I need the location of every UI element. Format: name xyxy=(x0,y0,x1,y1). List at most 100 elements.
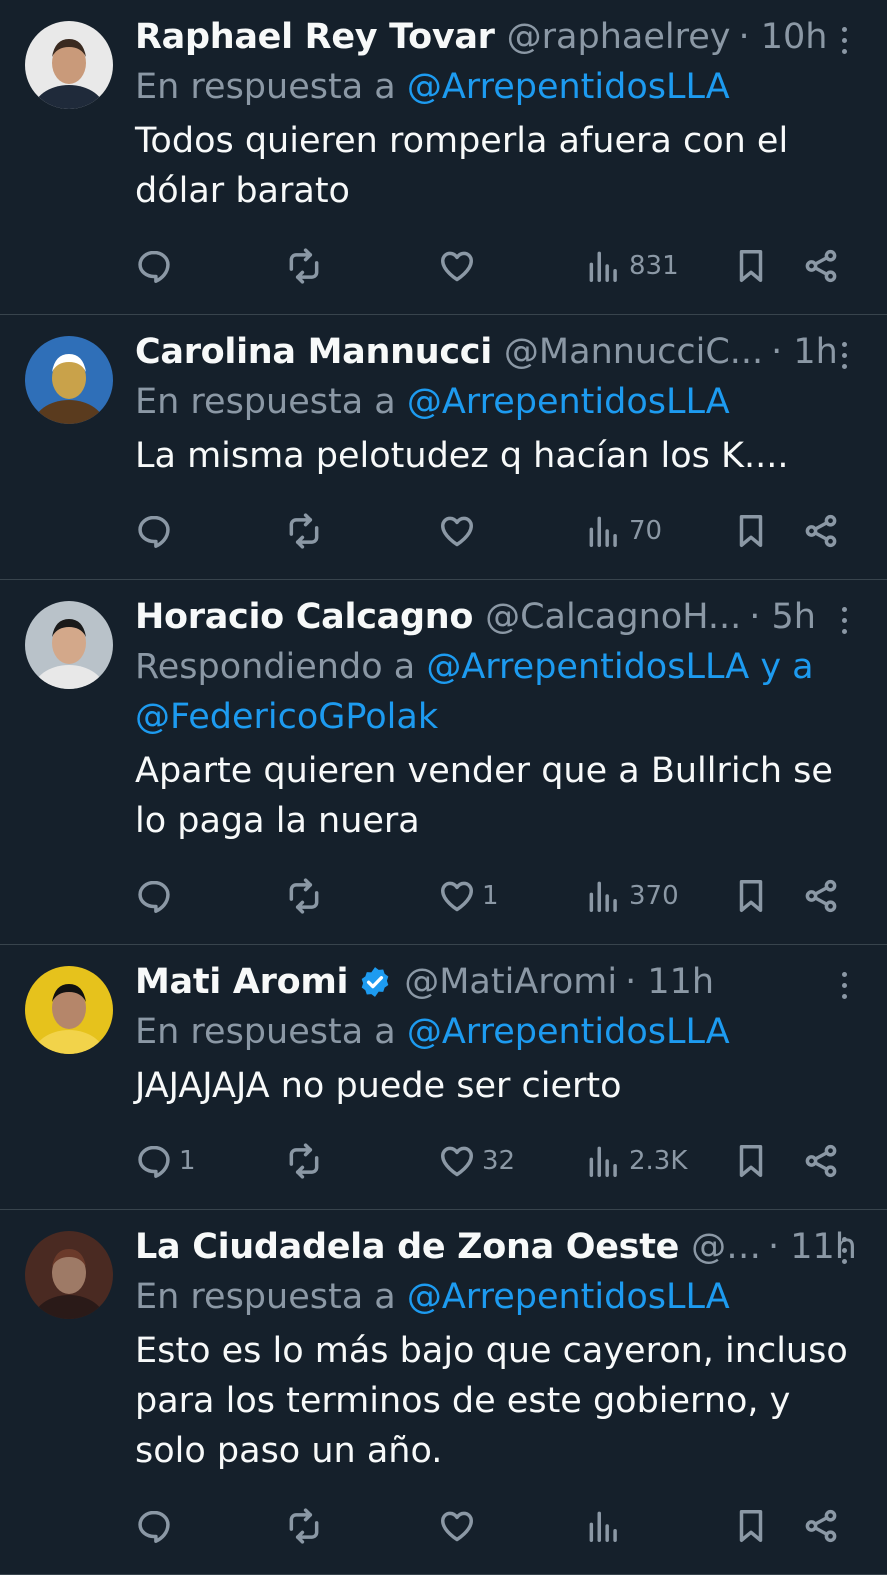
author-handle[interactable]: @l... xyxy=(691,1227,760,1267)
views-icon xyxy=(589,1146,617,1177)
tweet[interactable]: Raphael Rey Tovar @raphaelrey · 10h En r… xyxy=(0,0,887,315)
author-handle[interactable]: @MannucciC... xyxy=(504,332,763,372)
avatar[interactable] xyxy=(25,601,113,689)
retweet-button[interactable] xyxy=(285,501,329,561)
author-handle[interactable]: @CalcagnoH... xyxy=(485,597,741,637)
retweet-button[interactable] xyxy=(285,236,329,296)
tweet-actions xyxy=(135,1496,857,1556)
bookmark-button[interactable] xyxy=(732,236,770,296)
tweet-time[interactable]: · 11h xyxy=(625,962,714,1002)
more-options-icon[interactable] xyxy=(831,335,857,375)
tweet-time[interactable]: · 10h xyxy=(738,17,827,57)
share-button[interactable] xyxy=(802,236,840,296)
tweet-text: Todos quieren romperla afuera con el dól… xyxy=(135,121,789,211)
retweet-icon xyxy=(289,1143,319,1179)
more-options-icon[interactable] xyxy=(831,20,857,60)
author-handle[interactable]: @raphaelrey xyxy=(507,17,731,57)
reply-prefix: En respuesta a xyxy=(135,382,407,422)
tweet-time[interactable]: · 1h xyxy=(771,332,838,372)
like-icon xyxy=(441,881,473,912)
tweet[interactable]: Horacio Calcagno @CalcagnoH... · 5h Resp… xyxy=(0,580,887,945)
reply-to-link-2[interactable]: @FedericoGPolak xyxy=(135,697,438,737)
tweet-actions: 70 xyxy=(135,501,857,561)
reply-to-link[interactable]: @ArrepentidosLLA xyxy=(407,382,730,422)
tweet[interactable]: Carolina Mannucci @MannucciC... · 1h En … xyxy=(0,315,887,580)
tweet-actions: 1 370 xyxy=(135,866,857,926)
tweet[interactable]: La Ciudadela de Zona Oeste @l... · 11h E… xyxy=(0,1210,887,1575)
author-name[interactable]: Carolina Mannucci xyxy=(135,332,492,372)
share-button[interactable] xyxy=(802,1496,840,1556)
tweet-header: La Ciudadela de Zona Oeste @l... · 11h xyxy=(135,1222,857,1272)
avatar-image xyxy=(25,336,113,424)
like-button[interactable] xyxy=(438,1496,482,1556)
bookmark-button[interactable] xyxy=(732,866,770,926)
avatar[interactable] xyxy=(25,21,113,109)
reply-button[interactable] xyxy=(135,1496,179,1556)
like-button[interactable]: 32 xyxy=(438,1131,515,1191)
reply-button[interactable] xyxy=(135,866,179,926)
author-name[interactable]: La Ciudadela de Zona Oeste xyxy=(135,1227,679,1267)
like-count: 1 xyxy=(482,881,499,911)
reply-to-link[interactable]: @ArrepentidosLLA xyxy=(407,67,730,107)
tweet-header: Mati Aromi @MatiAromi · 11h xyxy=(135,957,857,1007)
avatar-image xyxy=(25,966,113,1054)
reply-prefix: En respuesta a xyxy=(135,1012,407,1052)
retweet-button[interactable] xyxy=(285,1496,329,1556)
bookmark-button[interactable] xyxy=(732,1131,770,1191)
retweet-button[interactable] xyxy=(285,866,329,926)
avatar[interactable] xyxy=(25,966,113,1054)
reply-icon xyxy=(138,1145,170,1178)
tweet-time[interactable]: · 5h xyxy=(749,597,816,637)
bookmark-icon xyxy=(739,250,763,282)
reply-prefix: Respondiendo a xyxy=(135,647,427,687)
share-icon xyxy=(805,1144,837,1178)
more-options-icon[interactable] xyxy=(831,1230,857,1270)
tweet-content: Mati Aromi @MatiAromi · 11h En respuesta… xyxy=(135,957,857,1191)
bookmark-icon xyxy=(739,1510,763,1542)
reply-to-link[interactable]: @ArrepentidosLLA xyxy=(407,1277,730,1317)
views-button[interactable]: 70 xyxy=(585,501,662,561)
reply-button[interactable] xyxy=(135,236,179,296)
bookmark-button[interactable] xyxy=(732,501,770,561)
tweet[interactable]: Mati Aromi @MatiAromi · 11h En respuesta… xyxy=(0,945,887,1210)
reply-to-link[interactable]: @ArrepentidosLLA xyxy=(407,1012,730,1052)
avatar[interactable] xyxy=(25,336,113,424)
share-button[interactable] xyxy=(802,866,840,926)
tweet-content: Horacio Calcagno @CalcagnoH... · 5h Resp… xyxy=(135,592,857,926)
bookmark-button[interactable] xyxy=(732,1496,770,1556)
view-count: 370 xyxy=(629,881,679,911)
more-options-icon[interactable] xyxy=(831,965,857,1005)
avatar[interactable] xyxy=(25,1231,113,1319)
reply-to-link[interactable]: @ArrepentidosLLA y a xyxy=(426,647,813,687)
reply-button[interactable]: 1 xyxy=(135,1131,196,1191)
like-icon xyxy=(441,251,473,282)
reply-context: En respuesta a @ArrepentidosLLA xyxy=(135,377,857,427)
views-button[interactable]: 370 xyxy=(585,866,679,926)
like-button[interactable] xyxy=(438,501,482,561)
share-icon xyxy=(805,514,837,548)
views-button[interactable]: 2.3K xyxy=(585,1131,687,1191)
tweet-text: Aparte quieren vender que a Bullrich se … xyxy=(135,751,833,841)
views-icon xyxy=(589,1511,617,1542)
share-button[interactable] xyxy=(802,1131,840,1191)
author-name[interactable]: Horacio Calcagno xyxy=(135,597,473,637)
author-name[interactable]: Raphael Rey Tovar xyxy=(135,17,495,57)
views-button[interactable] xyxy=(585,1496,629,1556)
like-button[interactable]: 1 xyxy=(438,866,499,926)
retweet-icon xyxy=(289,1508,319,1544)
tweet-header: Carolina Mannucci @MannucciC... · 1h xyxy=(135,327,857,377)
share-icon xyxy=(805,249,837,283)
author-handle[interactable]: @MatiAromi xyxy=(404,962,617,1002)
views-icon xyxy=(589,516,617,547)
retweet-icon xyxy=(289,248,319,284)
reply-button[interactable] xyxy=(135,501,179,561)
more-options-icon[interactable] xyxy=(831,600,857,640)
author-name[interactable]: Mati Aromi xyxy=(135,962,349,1002)
timeline: Raphael Rey Tovar @raphaelrey · 10h En r… xyxy=(0,0,887,1575)
retweet-button[interactable] xyxy=(285,1131,329,1191)
like-button[interactable] xyxy=(438,236,482,296)
avatar-image xyxy=(25,21,113,109)
views-button[interactable]: 831 xyxy=(585,236,679,296)
views-icon xyxy=(589,251,617,282)
share-button[interactable] xyxy=(802,501,840,561)
